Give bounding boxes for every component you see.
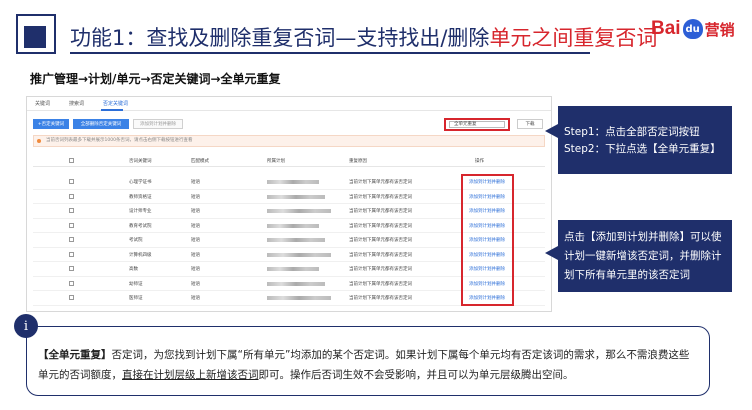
duplicate-filter-select[interactable]: 全单元重复 (449, 121, 505, 128)
row-reason: 当前计划下属单元都有该否定词 (349, 194, 412, 200)
info-text: 【全单元重复】否定词，为您找到计划下属“所有单元”均添加的某个否定词。如果计划下… (38, 349, 690, 381)
row-reason: 当前计划下属单元都有该否定词 (349, 252, 412, 258)
row-match: 短语 (191, 252, 200, 258)
row-keyword: 高数 (129, 267, 138, 272)
row-checkbox[interactable] (69, 193, 74, 199)
add-negative-keyword-button[interactable]: +否定关键词 (33, 119, 69, 129)
notice-bar: 当前否词列表最多下载并展示1000条否词，请点击右侧下载按钮进行查看 (33, 135, 545, 147)
row-match: 短语 (191, 281, 200, 287)
col-reason: 重复原因 (349, 159, 367, 164)
page-title: 功能1：查找及删除重复否词—支持找出/删除单元之间重复否词 (70, 26, 658, 50)
row-plan-redacted (267, 296, 331, 300)
warning-icon (37, 139, 41, 143)
row-checkbox[interactable] (69, 208, 74, 213)
row-reason: 当前计划下属单元都有该否定词 (349, 281, 412, 287)
row-plan-redacted (267, 194, 325, 199)
row-reason: 当前计划下属单元都有该否定词 (349, 209, 412, 214)
row-match: 短语 (191, 180, 200, 185)
tab-search-terms[interactable]: 搜索词 (69, 100, 84, 107)
page-title-highlight: 单元之间重复否词 (489, 26, 658, 50)
row-checkbox[interactable] (69, 295, 74, 300)
row-reason: 当前计划下属单元都有该否定词 (349, 267, 412, 272)
info-icon: i (14, 314, 38, 338)
row-keyword: 教育考试院 (129, 223, 152, 229)
download-button[interactable]: 下载 (517, 119, 543, 129)
row-keyword: 心理学证书 (129, 180, 152, 185)
active-tab-indicator (101, 109, 123, 111)
step-pointer (545, 124, 558, 138)
col-plan: 所属计划 (267, 159, 285, 164)
col-match: 匹配模式 (191, 159, 209, 164)
table-header: 否词关键词 匹配模式 所属计划 重复原因 操作 (33, 155, 545, 167)
title-underline (70, 52, 590, 54)
row-match: 短语 (191, 238, 200, 243)
step-instructions: Step1：点击全部否定词按钮 Step2：下拉点选【全单元重复】 (558, 106, 732, 174)
row-plan-redacted (267, 209, 331, 213)
row-match: 短语 (191, 267, 200, 272)
negative-keyword-panel: 关键词 搜索词 否定关键词 +否定关键词 全部删除否定关键词 添加到计划并删除 … (26, 96, 552, 312)
col-action: 操作 (475, 159, 484, 164)
tab-keywords[interactable]: 关键词 (35, 100, 50, 107)
row-keyword: 设计师专业 (129, 209, 152, 214)
row-checkbox[interactable] (69, 266, 74, 271)
row-keyword: 教师资格证 (129, 194, 152, 200)
row-reason: 当前计划下属单元都有该否定词 (349, 296, 412, 301)
col-keyword: 否词关键词 (129, 159, 152, 164)
row-keyword: 计算机四级 (129, 252, 152, 258)
row-match: 短语 (191, 296, 200, 301)
step2-text: Step2：下拉点选【全单元重复】 (564, 143, 721, 155)
breadcrumb-path: 推广管理→计划/单元→否定关键词→全单元重复 (30, 72, 281, 86)
header-square-filled (24, 26, 46, 48)
row-match: 短语 (191, 209, 200, 214)
row-reason: 当前计划下属单元都有该否定词 (349, 223, 412, 229)
row-reason: 当前计划下属单元都有该否定词 (349, 238, 412, 243)
row-keyword: 幼师证 (129, 281, 143, 287)
row-checkbox[interactable] (69, 222, 74, 228)
paw-icon: du (682, 19, 703, 39)
add-to-plan-delete-button[interactable]: 添加到计划并删除 (133, 119, 183, 129)
all-negative-keywords-button[interactable]: 全部删除否定关键词 (73, 119, 129, 129)
row-checkbox[interactable] (69, 280, 74, 286)
step1-text: Step1：点击全部否定词按钮 (564, 126, 700, 138)
row-keyword: 医师证 (129, 296, 143, 301)
row-match: 短语 (191, 223, 200, 229)
action-column-highlight (461, 174, 514, 306)
row-keyword: 考试院 (129, 238, 143, 243)
select-all-checkbox[interactable] (69, 158, 74, 163)
row-plan-redacted (267, 223, 319, 228)
action-description: 点击【添加到计划并删除】可以使计划一键新增该否定词，并删除计划下所有单元里的该否… (558, 220, 732, 292)
baidu-logo: Bai du 营销 (651, 18, 735, 39)
row-checkbox[interactable] (69, 237, 74, 242)
tab-negative-keywords[interactable]: 否定关键词 (103, 100, 128, 107)
row-plan-redacted (267, 238, 325, 242)
row-checkbox[interactable] (69, 179, 74, 184)
duplicate-filter-highlight: 全单元重复 (444, 118, 510, 131)
row-plan-redacted (267, 267, 319, 271)
row-plan-redacted (267, 180, 319, 184)
row-match: 短语 (191, 194, 200, 200)
row-plan-redacted (267, 281, 325, 286)
desc-pointer (545, 246, 558, 260)
row-checkbox[interactable] (69, 251, 74, 257)
row-plan-redacted (267, 252, 331, 257)
row-reason: 当前计划下属单元都有该否定词 (349, 180, 412, 185)
